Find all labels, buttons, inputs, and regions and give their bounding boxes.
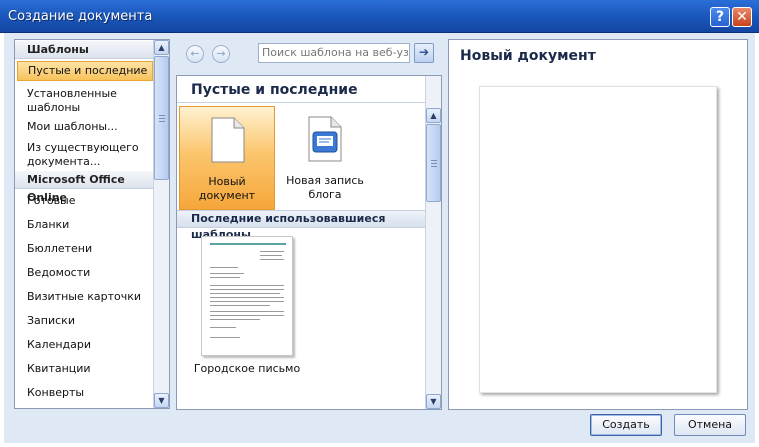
preview-panel: Новый документ — [448, 39, 748, 410]
help-icon: ? — [715, 9, 725, 25]
thumb-line — [210, 273, 244, 274]
close-button[interactable]: ✕ — [732, 7, 752, 27]
forward-button[interactable]: → — [212, 45, 230, 63]
tile-new-blog-post[interactable]: Новая запись блога — [277, 106, 373, 210]
tile-new-document-label: Новый документ — [198, 175, 256, 202]
scroll-up-arrow-icon[interactable]: ▲ — [426, 108, 441, 123]
category-online-3[interactable]: Ведомости — [17, 266, 153, 280]
tile-blog-post-label: Новая запись блога — [286, 174, 364, 201]
go-arrow-icon: ➔ — [418, 45, 430, 59]
scrollbar-thumb[interactable] — [426, 124, 441, 202]
category-online-5[interactable]: Записки — [17, 314, 153, 328]
scroll-up-arrow-icon[interactable]: ▲ — [154, 40, 169, 55]
thumb-line — [260, 259, 284, 260]
category-my-templates[interactable]: Мои шаблоны... — [17, 120, 153, 134]
thumb-line — [210, 243, 286, 245]
thumb-line — [210, 301, 284, 302]
thumb-line — [210, 285, 284, 286]
thumb-line — [210, 319, 260, 320]
thumb-line — [260, 251, 284, 252]
scroll-down-arrow-icon[interactable]: ▼ — [154, 393, 169, 408]
arrow-right-icon: → — [216, 47, 226, 60]
cancel-button[interactable]: Отмена — [674, 414, 746, 436]
templates-header: Шаблоны — [15, 41, 155, 59]
preview-page — [479, 86, 717, 393]
thumb-line — [210, 315, 284, 316]
recent-templates-header: Последние использовавшиеся шаблоны — [177, 210, 425, 241]
search-toolbar: ← → Поиск шаблона на веб-узле ➔ — [176, 39, 442, 69]
recent-template-thumbnail[interactable] — [201, 236, 293, 356]
scroll-down-arrow-icon[interactable]: ▼ — [426, 394, 441, 409]
window-title: Создание документа — [8, 9, 153, 24]
category-installed-templates[interactable]: Установленные шаблоны — [17, 87, 147, 115]
thumb-line — [210, 277, 240, 278]
category-online-2[interactable]: Бюллетени — [17, 242, 153, 256]
thumb-line — [210, 337, 240, 338]
office-online-header: Microsoft Office Online — [15, 171, 155, 204]
title-divider — [177, 102, 425, 103]
blank-document-icon — [211, 117, 245, 163]
left-scrollbar[interactable]: ▲ ▼ — [153, 40, 169, 408]
tile-new-document[interactable]: Новый документ — [179, 106, 275, 210]
thumb-line — [210, 293, 280, 294]
grip-line — [431, 166, 437, 167]
blog-post-icon — [308, 116, 342, 162]
grip-line — [159, 121, 165, 122]
close-icon: ✕ — [736, 9, 748, 25]
scrollbar-thumb[interactable] — [154, 56, 169, 180]
thumb-line — [210, 305, 270, 306]
search-go-button[interactable]: ➔ — [414, 43, 434, 63]
thumb-line — [210, 297, 284, 298]
grip-line — [431, 160, 437, 161]
thumb-line — [210, 327, 236, 328]
recent-template-label: Городское письмо — [193, 362, 301, 375]
thumb-line — [210, 267, 238, 268]
templates-gallery: Пустые и последние Новый документ Новая … — [176, 75, 442, 410]
templates-category-list: Шаблоны Пустые и последние Установленные… — [14, 39, 170, 409]
gallery-title: Пустые и последние — [191, 82, 358, 98]
thumb-line — [210, 289, 284, 290]
category-blank-and-recent[interactable]: Пустые и последние — [17, 61, 153, 81]
category-from-existing[interactable]: Из существующего документа... — [17, 141, 147, 169]
category-online-8[interactable]: Конверты — [17, 386, 153, 400]
create-button[interactable]: Создать — [590, 414, 662, 436]
center-scrollbar[interactable]: ▲ ▼ — [425, 76, 441, 409]
help-button[interactable]: ? — [710, 7, 730, 27]
create-document-dialog: Создание документа ? ✕ Шаблоны Пустые и … — [0, 0, 759, 447]
category-online-0[interactable]: Готовые — [17, 194, 153, 208]
category-online-6[interactable]: Календари — [17, 338, 153, 352]
grip-line — [159, 118, 165, 119]
title-bar: Создание документа ? ✕ — [0, 0, 759, 33]
grip-line — [159, 115, 165, 116]
grip-line — [431, 163, 437, 164]
back-button[interactable]: ← — [186, 45, 204, 63]
template-search-input[interactable]: Поиск шаблона на веб-узле — [258, 43, 410, 63]
arrow-left-icon: ← — [190, 47, 200, 60]
thumb-line — [260, 255, 282, 256]
preview-title: Новый документ — [460, 48, 596, 64]
category-online-4[interactable]: Визитные карточки — [17, 290, 153, 304]
category-online-7[interactable]: Квитанции — [17, 362, 153, 376]
category-online-1[interactable]: Бланки — [17, 218, 153, 232]
thumb-line — [210, 311, 284, 312]
